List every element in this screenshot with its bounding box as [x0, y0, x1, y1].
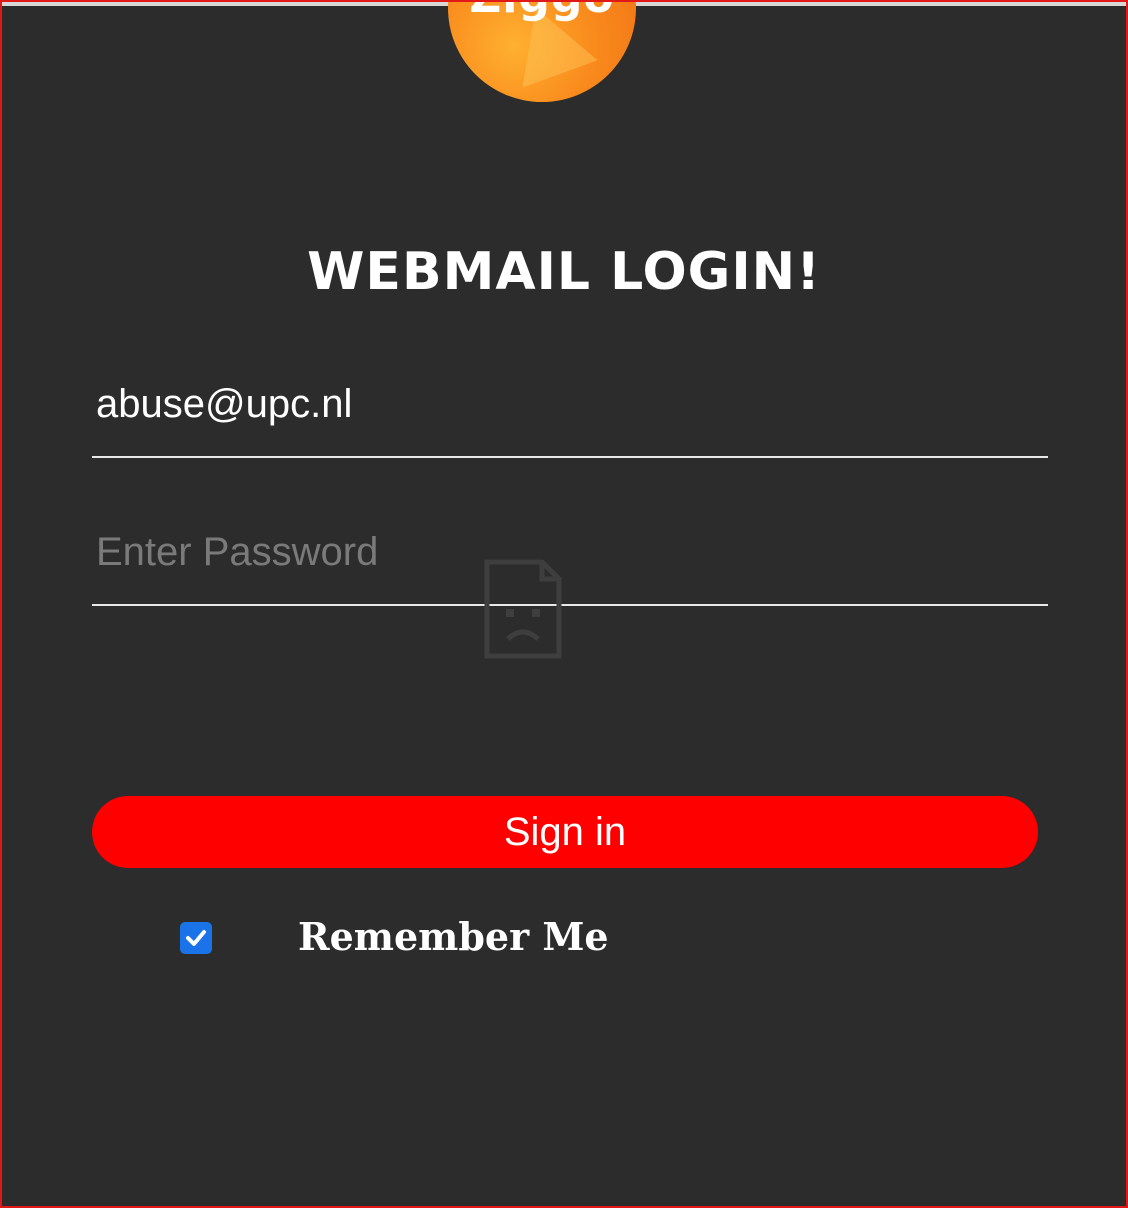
checkmark-icon — [186, 930, 206, 946]
broken-image-icon — [484, 559, 562, 659]
email-input[interactable] — [96, 378, 1036, 430]
password-input[interactable] — [96, 526, 1036, 578]
remember-me-label: Remember Me — [298, 914, 609, 959]
email-field-wrapper — [92, 378, 1048, 458]
login-page: Ziggo WEBMAIL LOGIN! Sign in Remember Me — [0, 0, 1128, 1208]
logo-text: Ziggo — [448, 2, 636, 23]
remember-me-checkbox[interactable] — [180, 922, 212, 954]
ziggo-logo: Ziggo — [448, 2, 636, 102]
sign-in-button[interactable]: Sign in — [92, 796, 1038, 868]
page-title: WEBMAIL LOGIN! — [307, 242, 821, 302]
password-field-wrapper — [92, 526, 1048, 606]
